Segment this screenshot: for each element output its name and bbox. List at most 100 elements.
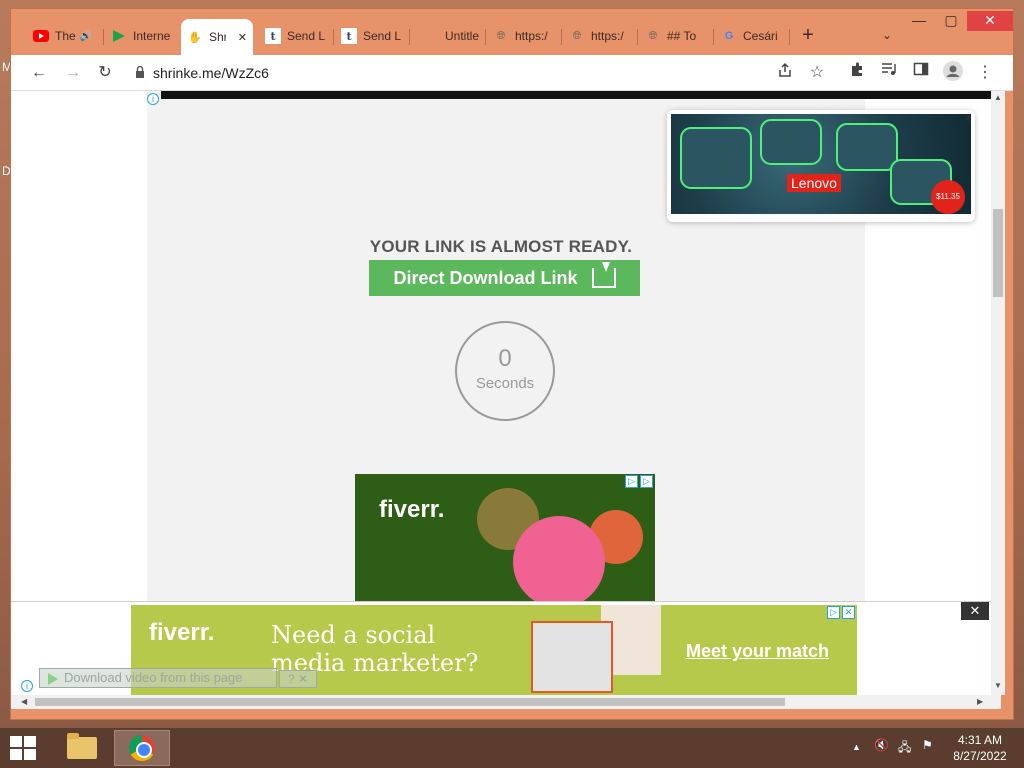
- tab-separator: [713, 29, 714, 45]
- hand-icon: ✋: [188, 31, 202, 44]
- adchoices-icon[interactable]: ▷: [827, 606, 840, 619]
- top-banner-ad[interactable]: [161, 91, 991, 99]
- bookmark-star-icon[interactable]: ☆: [805, 61, 829, 85]
- tab-search-button[interactable]: ⌄: [877, 25, 897, 45]
- horizontal-scroll-thumb[interactable]: [35, 698, 785, 706]
- lenovo-ad-close-button[interactable]: x: [965, 110, 971, 124]
- tab-label: Cesári: [743, 29, 778, 43]
- tab-shrinkme[interactable]: ✋ Shr ✕: [181, 19, 253, 55]
- bottom-ad-bar: fiverr. Need a social media marketer? Me…: [11, 601, 1001, 695]
- bottom-ad-close-button[interactable]: ✕: [961, 602, 989, 620]
- tab-separator: [637, 29, 638, 45]
- ad-info-icon[interactable]: i: [21, 680, 33, 692]
- globe-icon: 🌐︎: [496, 29, 506, 42]
- forward-button[interactable]: →: [61, 61, 85, 85]
- tab-label: The: [55, 29, 76, 43]
- action-center-flag-icon[interactable]: ⚑: [922, 738, 933, 752]
- tab-label: Untitle: [445, 29, 480, 43]
- timer-unit: Seconds: [475, 375, 535, 392]
- ad-info-icon[interactable]: i: [147, 93, 159, 105]
- taskbar: ▲ 🔇 🖧 ⚑ 4:31 AM 8/27/2022: [0, 728, 1024, 768]
- download-video-bar[interactable]: Download video from this page: [39, 668, 277, 688]
- horizontal-scrollbar[interactable]: ◀ ▶: [11, 695, 1001, 709]
- minimize-button[interactable]: —: [903, 11, 935, 31]
- scroll-down-icon[interactable]: ▼: [994, 681, 1002, 690]
- reload-button[interactable]: ↻: [93, 61, 117, 85]
- url-text[interactable]: shrinke.me/WzZc6: [153, 65, 269, 81]
- close-window-button[interactable]: ✕: [967, 11, 1013, 31]
- scroll-up-icon[interactable]: ▲: [994, 93, 1002, 102]
- close-tab-icon[interactable]: ✕: [238, 31, 247, 44]
- menu-dots-icon[interactable]: ⋮: [973, 61, 997, 85]
- globe-icon: 🌐︎: [648, 29, 658, 42]
- address-bar[interactable]: shrinke.me/WzZc6: [127, 59, 827, 87]
- media-control-icon[interactable]: [877, 61, 901, 85]
- system-clock[interactable]: 4:31 AM 8/27/2022: [940, 732, 1020, 764]
- tab-send-1[interactable]: t Send L: [259, 21, 331, 51]
- tab-strip: The 🔊 Interne ✋ Shr ✕ t Send L t Send L …: [11, 9, 1013, 55]
- side-panel-icon[interactable]: [909, 61, 933, 85]
- tab-https-1[interactable]: 🌐︎ https:/: [487, 21, 559, 51]
- network-icon[interactable]: 🖧: [898, 738, 911, 759]
- back-button[interactable]: ←: [27, 61, 51, 85]
- google-icon: G: [724, 30, 734, 42]
- start-button[interactable]: [10, 736, 38, 760]
- tab-separator: [561, 29, 562, 45]
- tab-separator: [409, 29, 410, 45]
- scroll-right-icon[interactable]: ▶: [977, 697, 983, 706]
- download-video-help[interactable]: ? ✕: [279, 670, 317, 688]
- tab-label: Send L: [287, 29, 325, 43]
- tumblr-icon: t: [341, 28, 357, 44]
- share-icon[interactable]: [773, 61, 797, 85]
- extensions-icon[interactable]: [845, 61, 869, 85]
- adchoices-icon[interactable]: ▷: [640, 475, 653, 488]
- audio-icon[interactable]: 🔊: [80, 31, 92, 42]
- fiverr-logo: fiverr.: [379, 496, 445, 523]
- fiverr-ad-mid[interactable]: fiverr. ▷ ▷: [355, 474, 655, 610]
- tab-youtube[interactable]: The 🔊: [27, 21, 99, 51]
- volume-muted-icon[interactable]: 🔇: [874, 738, 889, 752]
- lenovo-ad[interactable]: Lenovo $11.35 x: [667, 110, 975, 222]
- tab-separator: [485, 29, 486, 45]
- tab-untitled[interactable]: Untitle: [417, 21, 489, 51]
- tab-separator: [789, 29, 790, 45]
- adchoices-icon[interactable]: ✕: [842, 606, 855, 619]
- vertical-scroll-thumb[interactable]: [993, 209, 1003, 297]
- chrome-icon: [129, 735, 155, 761]
- tab-label: ## To: [667, 29, 697, 43]
- ad-cta-link[interactable]: Meet your match: [686, 641, 829, 662]
- tab-label: Shr: [209, 30, 226, 44]
- tab-separator: [333, 29, 334, 45]
- ad-person-photo: [513, 516, 605, 608]
- tab-todo[interactable]: 🌐︎ ## To: [639, 21, 711, 51]
- play-icon: [111, 28, 127, 44]
- tab-separator: [103, 29, 104, 45]
- blank-icon: [423, 28, 439, 44]
- tab-https-2[interactable]: 🌐︎ https:/: [563, 21, 635, 51]
- ad-phone-image: [531, 621, 613, 693]
- tray-expand-icon[interactable]: ▲: [852, 742, 861, 752]
- countdown-timer: 0 Seconds: [455, 321, 555, 421]
- folder-icon: [67, 733, 97, 759]
- vertical-scrollbar[interactable]: ▲ ▼: [991, 91, 1005, 695]
- download-button-label: Direct Download Link: [393, 267, 578, 288]
- clock-date: 8/27/2022: [953, 749, 1007, 763]
- tab-google[interactable]: G Cesári: [715, 21, 787, 51]
- lock-icon[interactable]: [135, 65, 145, 81]
- profile-avatar-icon[interactable]: [941, 61, 965, 85]
- page-viewport: i YOUR LINK IS ALMOST READY. Direct Down…: [11, 91, 1001, 695]
- chrome-taskbar-button[interactable]: [114, 730, 170, 766]
- tab-label: https:/: [591, 29, 624, 43]
- youtube-icon: [33, 28, 49, 44]
- scroll-left-icon[interactable]: ◀: [21, 697, 27, 706]
- tab-send-2[interactable]: t Send L: [335, 21, 407, 51]
- ad-headline: Need a social media marketer?: [271, 621, 479, 677]
- file-explorer-button[interactable]: [54, 730, 110, 766]
- adchoices-icon[interactable]: ▷: [625, 475, 638, 488]
- lenovo-logo: Lenovo: [787, 174, 841, 192]
- new-tab-button[interactable]: +: [797, 25, 819, 47]
- maximize-button[interactable]: ▢: [935, 11, 967, 31]
- tab-internet[interactable]: Interne: [105, 21, 177, 51]
- direct-download-button[interactable]: Direct Download Link: [369, 260, 640, 296]
- browser-window: The 🔊 Interne ✋ Shr ✕ t Send L t Send L …: [10, 8, 1014, 720]
